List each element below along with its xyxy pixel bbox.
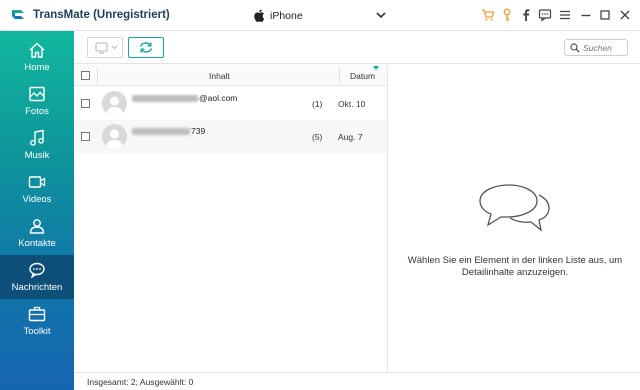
refresh-button[interactable] [128, 37, 164, 58]
minimize-icon[interactable] [579, 8, 593, 22]
sidebar-item-label: Nachrichten [11, 282, 63, 293]
message-sender: @aol.com [132, 93, 237, 104]
close-icon[interactable] [618, 8, 632, 22]
feedback-icon[interactable] [538, 8, 552, 22]
title-bar: TransMate (Unregistriert) iPhone [0, 0, 640, 31]
cart-icon[interactable] [481, 8, 495, 22]
device-selector[interactable]: iPhone [254, 8, 386, 24]
maximize-icon[interactable] [598, 8, 612, 22]
apple-icon [254, 9, 265, 22]
toolbar [74, 31, 640, 64]
facebook-icon[interactable] [519, 8, 533, 22]
sidebar: Home Fotos Musik Videos Kontakte Nachric… [0, 31, 74, 390]
column-separator [339, 67, 340, 84]
app-title: TransMate (Unregistriert) [33, 9, 170, 21]
menu-icon[interactable] [558, 8, 572, 22]
sidebar-item-label: Musik [24, 150, 50, 161]
refresh-icon [139, 42, 153, 53]
status-text: Insgesamt: 2; Ausgewählt: 0 [87, 377, 194, 387]
person-icon [106, 96, 123, 116]
detail-pane: Wählen Sie ein Element in der linken Lis… [388, 65, 640, 372]
message-date: Okt. 10 [338, 99, 366, 109]
row-checkbox[interactable] [81, 132, 90, 141]
column-separator [97, 67, 98, 84]
music-icon [30, 129, 44, 146]
device-name: iPhone [270, 10, 303, 22]
messages-icon [29, 262, 45, 279]
table-row[interactable]: 739 (5) Aug. 7 [74, 120, 387, 153]
contacts-icon [29, 219, 45, 234]
sidebar-item-musik[interactable]: Musik [0, 123, 74, 167]
chat-bubbles-icon [479, 184, 550, 232]
message-date: Aug. 7 [338, 132, 363, 142]
sidebar-item-label: Home [24, 62, 50, 73]
key-icon[interactable] [500, 8, 514, 22]
sidebar-item-label: Toolkit [23, 326, 51, 337]
search-icon [570, 43, 580, 53]
table-row[interactable]: @aol.com (1) Okt. 10 [74, 87, 387, 120]
message-count: (1) [312, 99, 323, 109]
photos-icon [29, 86, 45, 102]
sort-descending-icon [373, 66, 379, 70]
sidebar-item-fotos[interactable]: Fotos [0, 79, 74, 123]
app-logo-icon [12, 10, 24, 19]
select-all-checkbox[interactable] [81, 71, 90, 80]
empty-selection-message: Wählen Sie ein Element in der linken Lis… [407, 255, 623, 278]
sidebar-item-nachrichten[interactable]: Nachrichten [0, 255, 74, 299]
chevron-down-icon [376, 12, 386, 19]
search-box[interactable] [564, 39, 628, 56]
search-input[interactable] [583, 41, 625, 54]
status-bar: Insgesamt: 2; Ausgewählt: 0 [74, 372, 640, 390]
column-header-date[interactable]: Datum [350, 71, 375, 81]
sidebar-item-home[interactable]: Home [0, 35, 74, 79]
sidebar-item-label: Videos [22, 194, 52, 205]
avatar [102, 124, 127, 149]
redacted-text [132, 95, 198, 103]
message-sender: 739 [132, 126, 205, 137]
list-header: Inhalt Datum [74, 65, 387, 86]
video-icon [28, 176, 46, 188]
home-icon [29, 42, 45, 58]
export-to-device-button[interactable] [87, 37, 123, 58]
sidebar-item-toolkit[interactable]: Toolkit [0, 299, 74, 343]
person-icon [106, 129, 123, 149]
redacted-text [132, 128, 190, 136]
sidebar-item-label: Kontakte [18, 238, 56, 249]
sidebar-item-label: Fotos [25, 106, 49, 117]
avatar [102, 91, 127, 116]
sidebar-item-kontakte[interactable]: Kontakte [0, 211, 74, 255]
toolkit-icon [28, 306, 46, 322]
message-list: Inhalt Datum @aol.com (1) Okt. 10 739 (5… [74, 65, 387, 372]
column-header-content[interactable]: Inhalt [209, 71, 230, 81]
row-checkbox[interactable] [81, 99, 90, 108]
sidebar-item-videos[interactable]: Videos [0, 167, 74, 211]
export-device-icon [95, 42, 118, 54]
message-count: (5) [312, 132, 323, 142]
